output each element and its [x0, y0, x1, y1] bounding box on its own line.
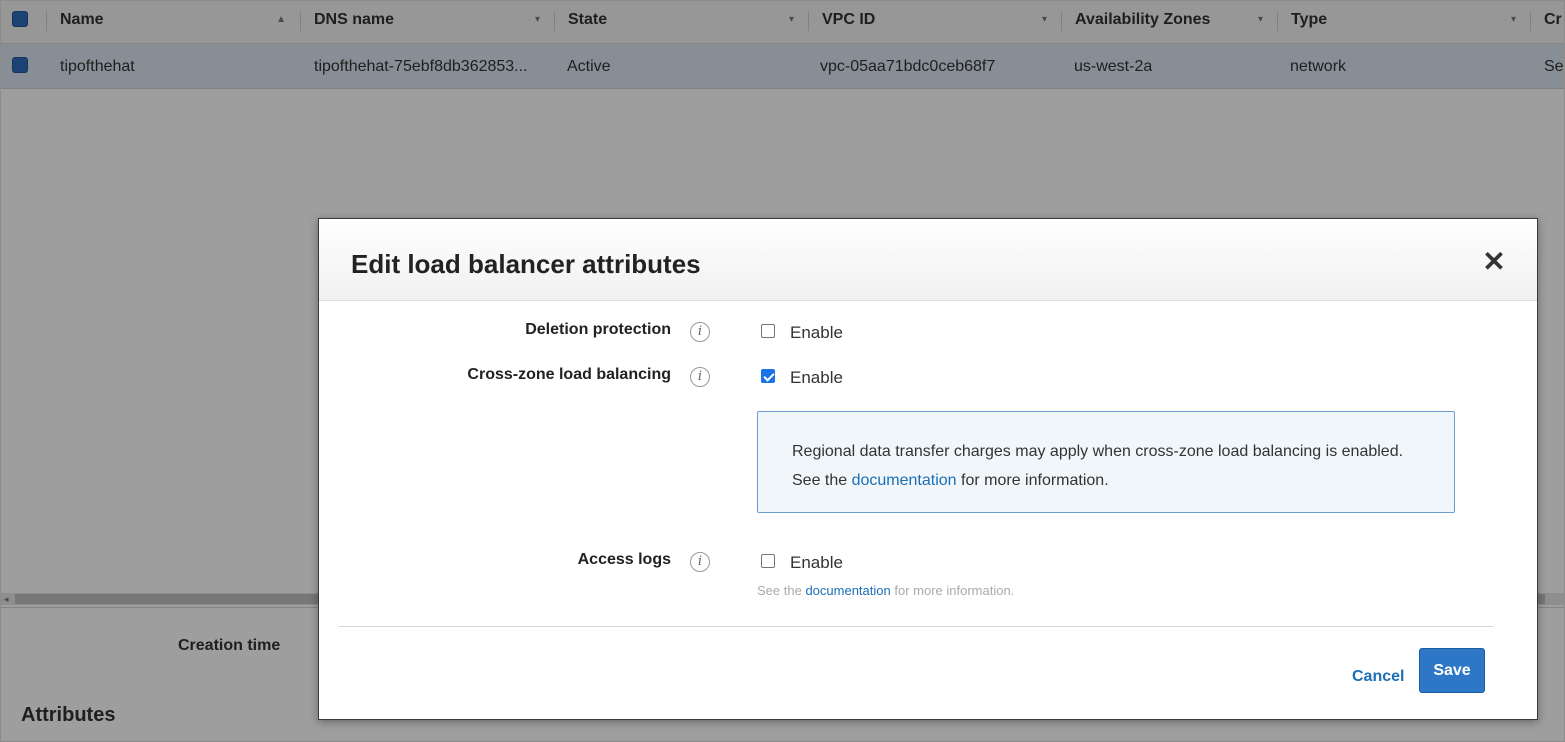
app-frame: Name ▲ DNS name ▾ State ▾ VPC ID ▾ Avail… — [0, 0, 1565, 742]
access-logs-enable-label[interactable]: Enable — [790, 553, 843, 573]
modal-header: Edit load balancer attributes ✕ — [319, 219, 1537, 301]
modal-title: Edit load balancer attributes — [351, 249, 701, 279]
cross-zone-label: Cross-zone load balancing — [467, 366, 671, 383]
close-icon[interactable]: ✕ — [1481, 248, 1507, 276]
access-logs-documentation-link[interactable]: documentation — [805, 583, 890, 598]
access-logs-checkbox[interactable] — [761, 554, 775, 568]
modal-footer-divider — [339, 626, 1493, 627]
cancel-button[interactable]: Cancel — [1352, 668, 1404, 686]
cross-zone-enable-label[interactable]: Enable — [790, 368, 843, 388]
edit-attributes-modal: Edit load balancer attributes ✕ Deletion… — [318, 218, 1538, 720]
cross-zone-info-alert: Regional data transfer charges may apply… — [757, 411, 1455, 513]
access-logs-note: See the documentation for more informati… — [757, 583, 1014, 598]
deletion-protection-enable-label[interactable]: Enable — [790, 323, 843, 343]
documentation-link[interactable]: documentation — [852, 472, 957, 489]
deletion-protection-checkbox[interactable] — [761, 324, 775, 338]
info-icon[interactable]: i — [690, 367, 710, 387]
deletion-protection-label: Deletion protection — [525, 321, 671, 338]
cross-zone-checkbox[interactable] — [761, 369, 775, 383]
access-logs-note-after: for more information. — [894, 583, 1015, 598]
access-logs-note-before: See the — [757, 583, 802, 598]
access-logs-label: Access logs — [577, 551, 671, 568]
info-alert-text-after: for more information. — [961, 472, 1109, 489]
info-alert-text: Regional data transfer charges may apply… — [792, 437, 1432, 495]
info-icon[interactable]: i — [690, 322, 710, 342]
save-button[interactable]: Save — [1419, 648, 1485, 693]
info-icon[interactable]: i — [690, 552, 710, 572]
